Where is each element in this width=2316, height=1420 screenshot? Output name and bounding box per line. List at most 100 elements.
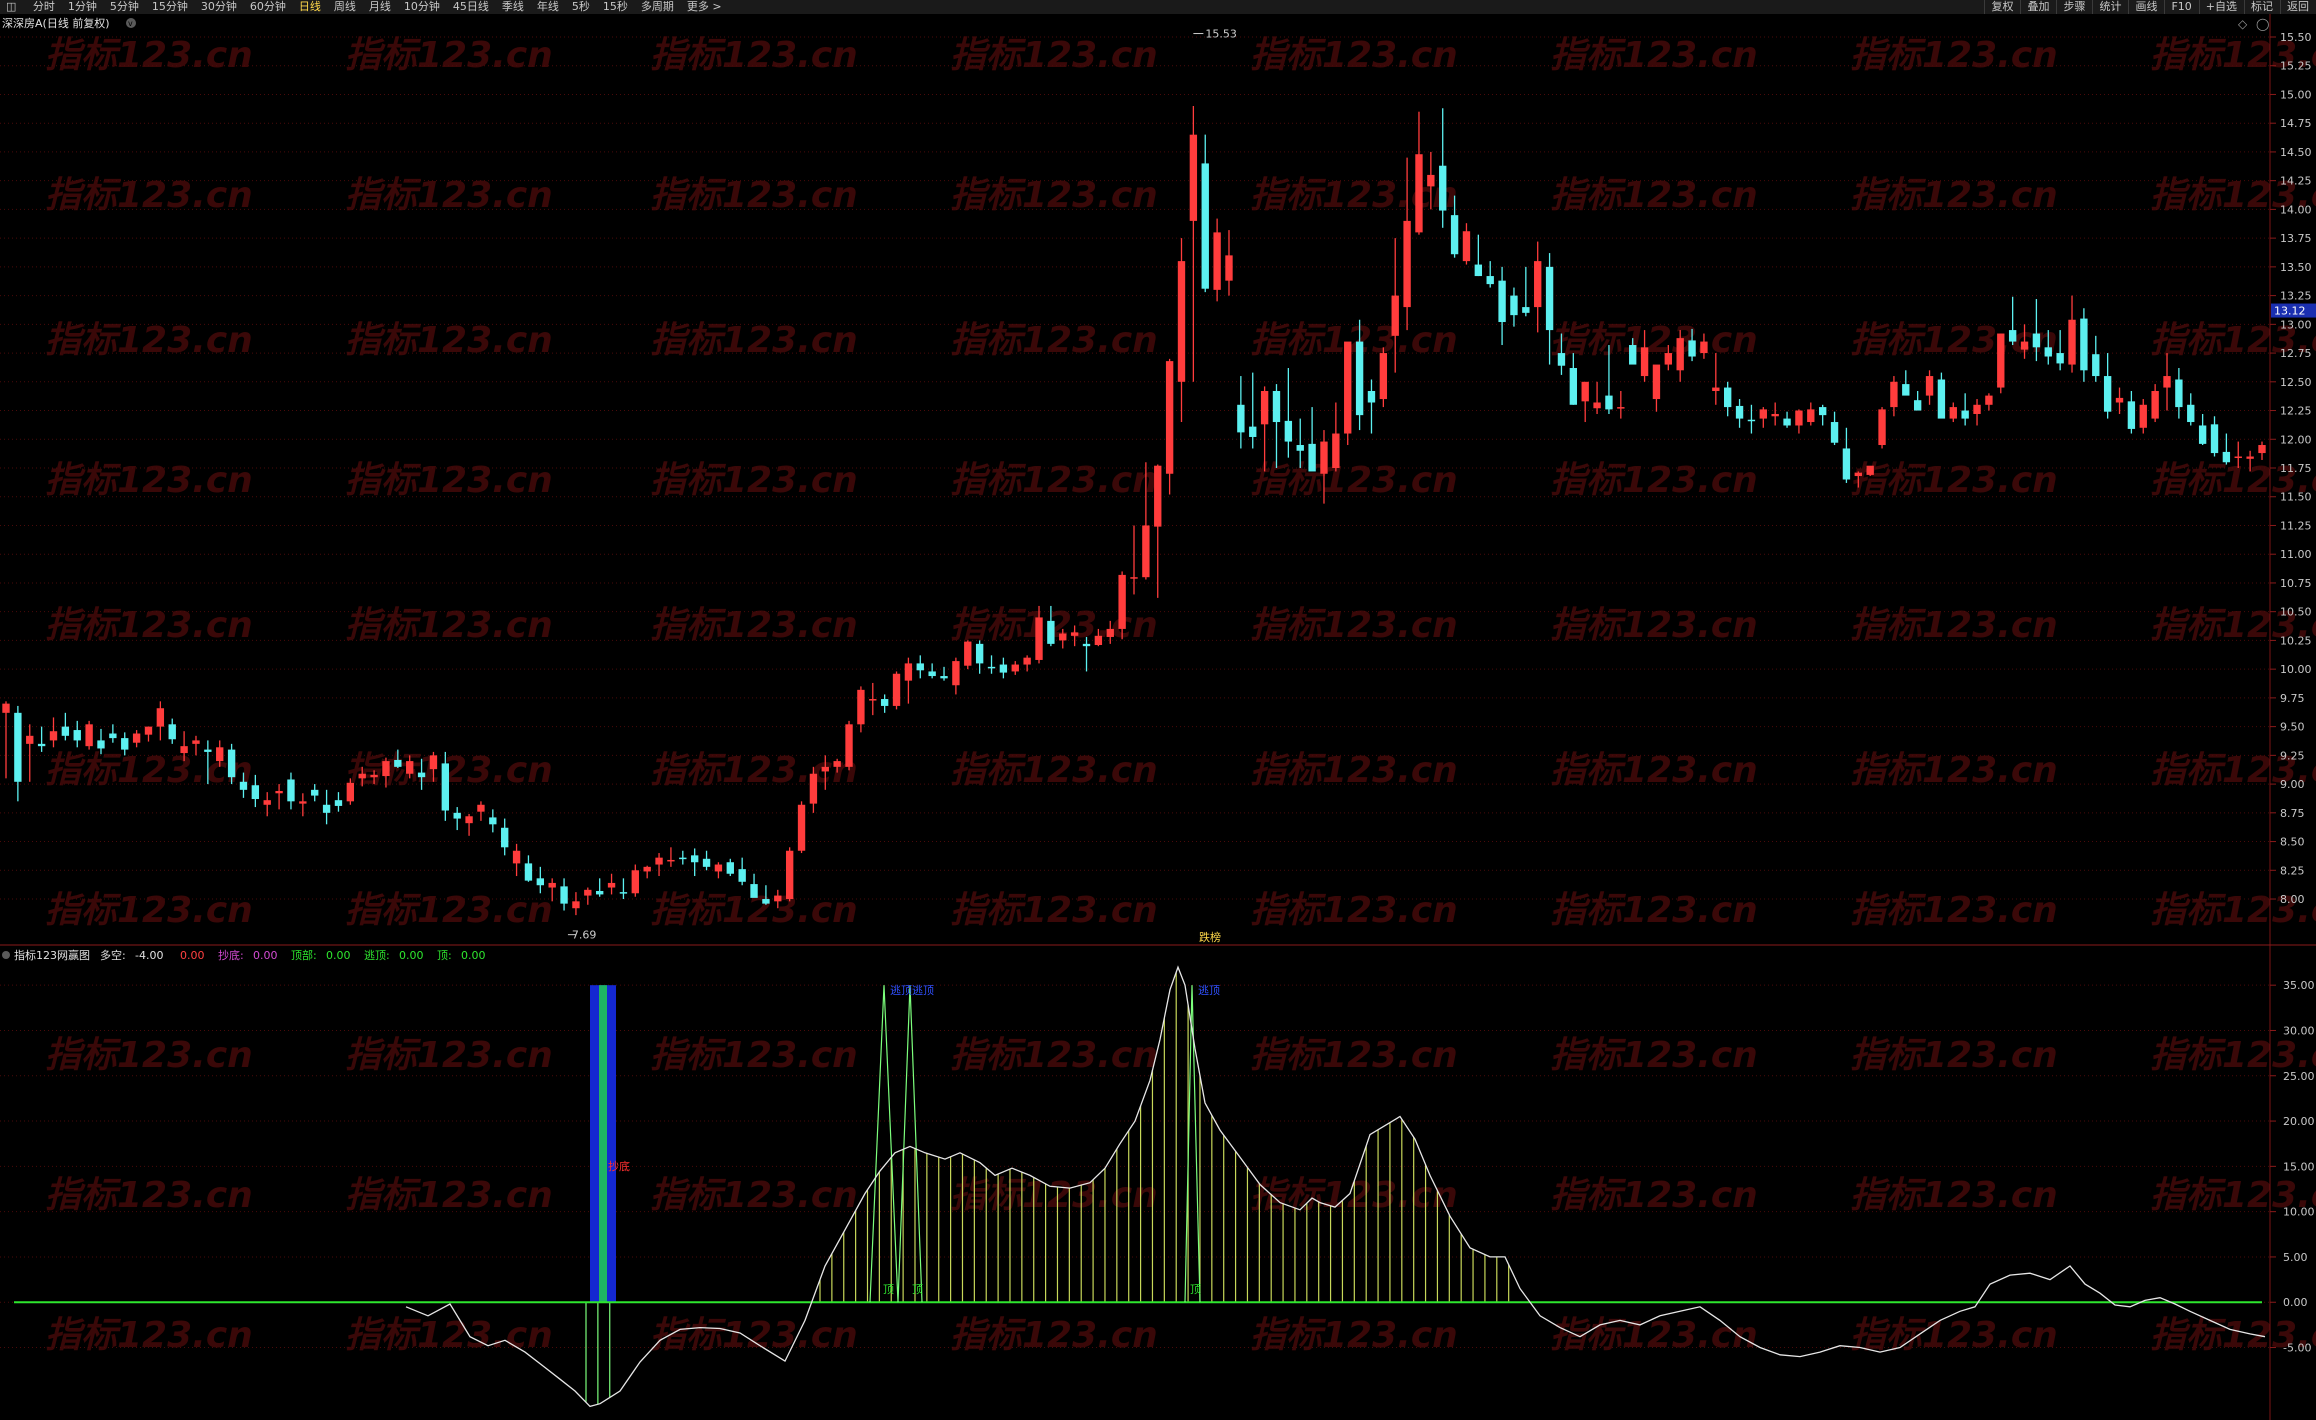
price-axis-label: 11.25	[2280, 519, 2312, 532]
watermark-text: 指标123.cn	[650, 35, 858, 76]
price-axis-label: 10.75	[2280, 577, 2312, 590]
watermark-text: 指标123.cn	[1550, 890, 1758, 931]
indicator-axis-label: 35.00	[2283, 979, 2315, 992]
indicator-value: -4.00	[135, 949, 163, 962]
indicator-axis-label: 0.00	[2283, 1296, 2308, 1309]
indicator-axis-label: -5.00	[2283, 1342, 2311, 1355]
signal-label-chaodi: 抄底	[608, 1159, 630, 1173]
price-axis-label: 8.50	[2280, 836, 2305, 849]
price-axis-label: 14.75	[2280, 117, 2312, 130]
indicator-axis-label: 20.00	[2283, 1115, 2315, 1128]
price-axis-label: 10.00	[2280, 663, 2312, 676]
watermark-text: 指标123.cn	[345, 605, 553, 646]
price-axis-label: 13.50	[2280, 261, 2312, 274]
signal-label-ding: 顶	[883, 1283, 894, 1296]
low-marker: 7.69	[567, 929, 597, 942]
watermark-text: 指标123.cn	[950, 1315, 1158, 1356]
price-axis-label: 9.75	[2280, 692, 2305, 705]
price-axis-label: 8.00	[2280, 893, 2305, 906]
price-axis-label: 14.00	[2280, 203, 2312, 216]
watermark-text: 指标123.cn	[45, 35, 253, 76]
watermark-text: 指标123.cn	[1250, 320, 1458, 361]
price-axis-label: 13.25	[2280, 290, 2312, 303]
watermark-text: 指标123.cn	[650, 320, 858, 361]
candle	[892, 671, 901, 710]
svg-text:15.53: 15.53	[1205, 28, 1237, 41]
watermark-text: 指标123.cn	[1250, 890, 1458, 931]
candle	[1878, 407, 1886, 449]
kline-chart: 指标123.cn 指标123.cn 指标123.cn 指标123.cn 指标123.cn…	[0, 14, 2316, 1420]
price-axis-label: 14.50	[2280, 146, 2312, 159]
signal-label-ding: 顶	[1190, 1283, 1201, 1296]
price-axis-label: 13.00	[2280, 318, 2312, 331]
indicator-axis-label: 5.00	[2283, 1251, 2308, 1264]
stock-title: 深深房A(日线 前复权)	[2, 16, 110, 30]
watermark-text: 指标123.cn	[650, 1035, 858, 1076]
indicator-value-label: 抄底:	[218, 948, 244, 962]
watermark-text: 指标123.cn	[1550, 175, 1758, 216]
candle	[1344, 341, 1352, 446]
watermark-text: 指标123.cn	[345, 1035, 553, 1076]
watermark-text: 指标123.cn	[1850, 1175, 2058, 1216]
indicator-name: 指标123网赢图	[14, 948, 90, 962]
indicator-axis-label: 10.00	[2283, 1206, 2315, 1219]
watermark-text: 指标123.cn	[1850, 1035, 2058, 1076]
indicator-axis-label: 15.00	[2283, 1160, 2315, 1173]
price-axis-label: 11.50	[2280, 491, 2312, 504]
watermark-text: 指标123.cn	[1550, 320, 1758, 361]
watermark-text: 指标123.cn	[1850, 890, 2058, 931]
indicator-value-label: 顶:	[437, 949, 452, 962]
watermark-text: 指标123.cn	[1250, 175, 1458, 216]
center-label: 跌榜	[1199, 930, 1221, 944]
watermark-text: 指标123.cn	[950, 320, 1158, 361]
indicator-value: 0.00	[461, 949, 486, 962]
signal-bars	[590, 985, 616, 1303]
candle	[1937, 372, 1946, 419]
watermark-text: 指标123.cn	[1550, 605, 1758, 646]
close-icon[interactable]: ◯	[2256, 17, 2269, 31]
watermark-text: 指标123.cn	[950, 750, 1158, 791]
watermark-text: 指标123.cn	[650, 605, 858, 646]
price-axis-label: 12.25	[2280, 405, 2312, 418]
watermark-text: 指标123.cn	[45, 605, 253, 646]
price-axis-label: 10.25	[2280, 634, 2312, 647]
svg-text:13.12: 13.12	[2274, 305, 2306, 318]
price-axis-label: 9.50	[2280, 721, 2305, 734]
watermark-text: 指标123.cn	[950, 890, 1158, 931]
signal-label-taoding: 逃顶	[1198, 984, 1220, 997]
watermark-text: 指标123.cn	[950, 460, 1158, 501]
watermark-text: 指标123.cn	[1250, 1035, 1458, 1076]
svg-text:v: v	[128, 19, 133, 28]
watermark-text: 指标123.cn	[345, 1175, 553, 1216]
indicator-value: 0.00	[180, 949, 205, 962]
price-axis-label: 15.25	[2280, 60, 2312, 73]
watermark-text: 指标123.cn	[1850, 35, 2058, 76]
price-axis-label: 14.25	[2280, 175, 2312, 188]
price-axis-label: 13.75	[2280, 232, 2312, 245]
svg-text:7.69: 7.69	[572, 929, 597, 942]
watermark-text: 指标123.cn	[1850, 175, 2058, 216]
watermark-text: 指标123.cn	[45, 1315, 253, 1356]
indicator-settings-icon[interactable]	[2, 951, 10, 959]
watermark-text: 指标123.cn	[45, 890, 253, 931]
watermark-text: 指标123.cn	[345, 35, 553, 76]
watermark-text: 指标123.cn	[1850, 460, 2058, 501]
diamond-icon[interactable]: ◇	[2238, 17, 2248, 31]
watermark-text: 指标123.cn	[1550, 1175, 1758, 1216]
watermark-text: 指标123.cn	[345, 890, 553, 931]
price-axis-label: 11.00	[2280, 548, 2312, 561]
candle	[964, 640, 972, 670]
price-axis-label: 8.25	[2280, 864, 2305, 877]
watermark-text: 指标123.cn	[45, 1035, 253, 1076]
chaodi-signal-bar-inner	[599, 985, 607, 1303]
price-axis-label: 8.75	[2280, 807, 2305, 820]
candle	[85, 720, 93, 750]
price-axis-label: 12.00	[2280, 433, 2312, 446]
watermark-text: 指标123.cn	[1850, 605, 2058, 646]
price-axis-label: 11.75	[2280, 462, 2312, 475]
watermark-text: 指标123.cn	[345, 460, 553, 501]
candle	[1379, 347, 1388, 408]
price-axis-label: 9.25	[2280, 749, 2305, 762]
settings-icon[interactable]: v	[126, 18, 136, 28]
watermark-text: 指标123.cn	[45, 320, 253, 361]
